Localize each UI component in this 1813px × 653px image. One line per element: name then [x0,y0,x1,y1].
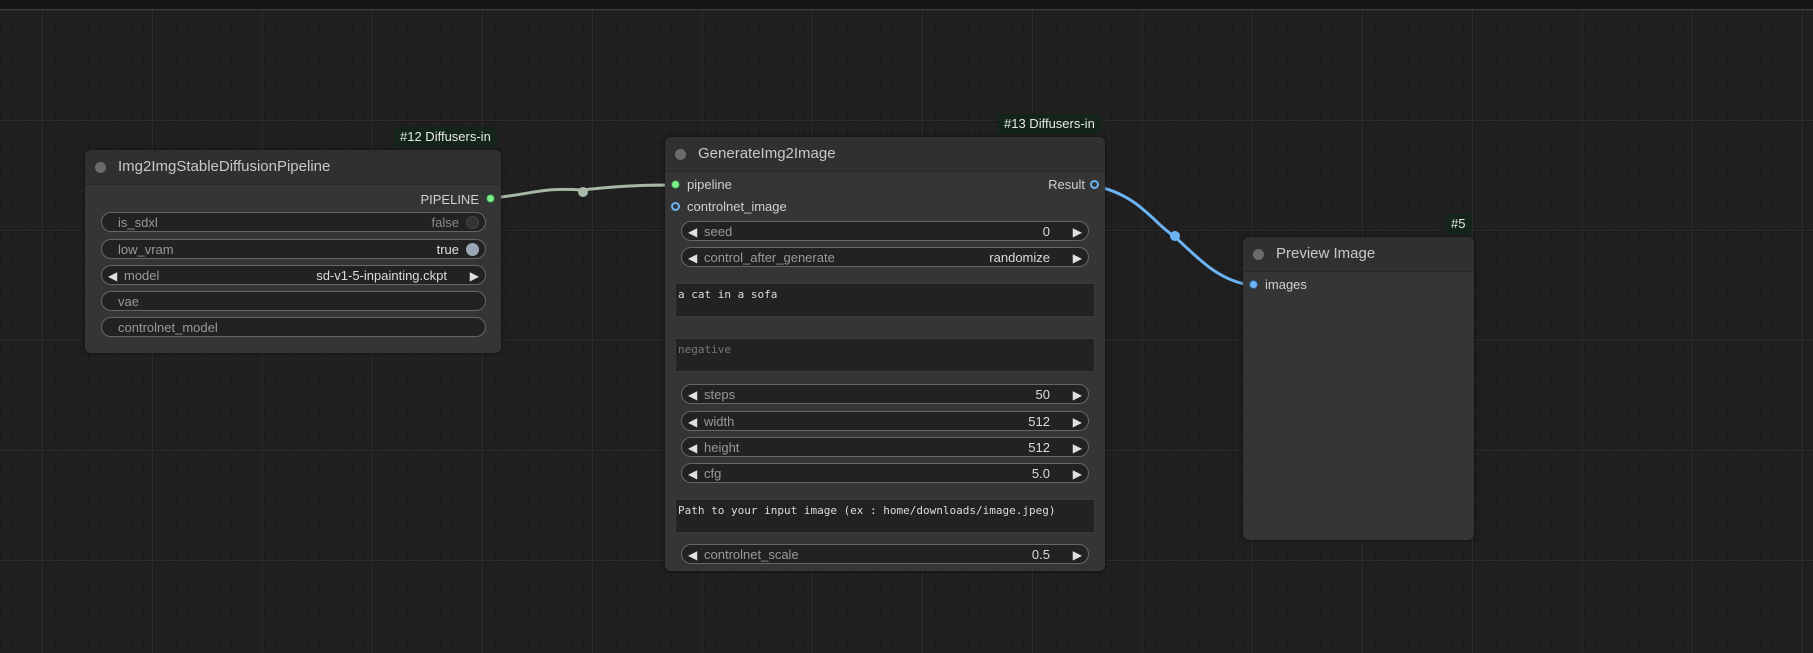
decrement-arrow-icon[interactable]: ◀ [108,266,117,286]
widget-value: true [436,242,459,257]
widget-label: cfg [704,466,722,481]
node-badge-13: #13 Diffusers-in [998,114,1101,134]
widget-value: 50 [1035,387,1050,402]
input-slot-controlnet-image[interactable]: controlnet_image [687,198,787,216]
widget-value: 5.0 [1031,466,1050,481]
output-label: PIPELINE [420,192,479,207]
output-slot-pipeline[interactable]: PIPELINE [420,191,479,209]
increment-arrow-icon[interactable]: ▶ [1073,545,1082,565]
width-number[interactable]: ◀ width 512 ▶ [681,411,1089,431]
negative-prompt-textarea[interactable]: negative [675,338,1095,372]
decrement-arrow-icon[interactable]: ◀ [688,412,697,432]
img2img-pipeline-node[interactable]: Img2ImgStableDiffusionPipeline PIPELINE … [85,150,501,353]
output-slot-result[interactable]: Result [1048,176,1085,194]
cfg-number[interactable]: ◀ cfg 5.0 ▶ [681,463,1089,483]
increment-arrow-icon[interactable]: ▶ [1073,248,1082,268]
decrement-arrow-icon[interactable]: ◀ [688,545,697,565]
widget-label: model [124,268,160,283]
node-badge-12: #12 Diffusers-in [394,127,497,147]
steps-number[interactable]: ◀ steps 50 ▶ [681,384,1089,404]
increment-arrow-icon[interactable]: ▶ [1073,464,1082,484]
preview-image-node[interactable]: Preview Image images [1243,237,1474,540]
node-title: GenerateImg2Image [698,145,836,162]
widget-value: 0.5 [1031,547,1050,562]
top-menu-bar [0,0,1813,10]
widget-label: seed [704,224,733,239]
decrement-arrow-icon[interactable]: ◀ [688,248,697,268]
toggle-on-icon [466,243,479,256]
widget-value: 512 [1028,440,1050,455]
collapse-dot-icon[interactable] [675,149,686,160]
widget-value: 0 [1042,224,1050,239]
is-sdxl-toggle[interactable]: is_sdxl false [101,212,486,232]
decrement-arrow-icon[interactable]: ◀ [688,222,697,242]
result-output-dot-icon[interactable] [1090,180,1099,189]
pipeline-input-dot-icon[interactable] [671,180,680,189]
output-label: Result [1048,177,1085,192]
generate-img2image-node[interactable]: GenerateImg2Image pipeline controlnet_im… [665,137,1105,571]
prompt-textarea[interactable]: a cat in a sofa [675,283,1095,317]
decrement-arrow-icon[interactable]: ◀ [688,464,697,484]
controlnet-scale-number[interactable]: ◀ controlnet_scale 0.5 ▶ [681,544,1089,564]
node-title-bar[interactable]: GenerateImg2Image [665,137,1105,172]
collapse-dot-icon[interactable] [1253,249,1264,260]
controlnet-model-input[interactable]: controlnet_model [101,317,486,337]
input-label: controlnet_image [687,199,787,214]
input-label: pipeline [687,177,732,192]
pipeline-output-dot-icon[interactable] [486,194,495,203]
increment-arrow-icon[interactable]: ▶ [470,266,479,286]
toggle-off-icon [466,216,479,229]
collapse-dot-icon[interactable] [95,162,106,173]
graph-canvas[interactable]: #12 Diffusers-in Img2ImgStableDiffusionP… [0,0,1813,653]
node-title: Preview Image [1276,245,1376,262]
vae-input[interactable]: vae [101,291,486,311]
input-slot-images[interactable]: images [1265,276,1307,294]
increment-arrow-icon[interactable]: ▶ [1073,438,1082,458]
result-images-link [1094,184,1246,286]
low-vram-toggle[interactable]: low_vram true [101,239,486,259]
decrement-arrow-icon[interactable]: ◀ [688,385,697,405]
model-combo[interactable]: ◀ model sd-v1-5-inpainting.ckpt ▶ [101,265,486,285]
node-title-bar[interactable]: Img2ImgStableDiffusionPipeline [85,150,501,185]
widget-label: control_after_generate [704,250,835,265]
result-link-midpoint [1170,231,1180,241]
widget-value: false [431,215,459,230]
widget-label: vae [118,294,139,309]
widget-label: steps [704,387,736,402]
height-number[interactable]: ◀ height 512 ▶ [681,437,1089,457]
widget-label: low_vram [118,242,174,257]
increment-arrow-icon[interactable]: ▶ [1073,385,1082,405]
image-path-textarea[interactable]: Path to your input image (ex : home/down… [675,499,1095,533]
node-badge-5: #5 [1445,214,1472,234]
pipeline-link-midpoint [578,187,588,197]
widget-label: height [704,440,740,455]
increment-arrow-icon[interactable]: ▶ [1073,412,1082,432]
control-after-generate-combo[interactable]: ◀ control_after_generate randomize ▶ [681,247,1089,267]
widget-label: is_sdxl [118,215,158,230]
node-title-bar[interactable]: Preview Image [1243,237,1474,272]
input-slot-pipeline[interactable]: pipeline [687,176,732,194]
increment-arrow-icon[interactable]: ▶ [1073,222,1082,242]
node-title: Img2ImgStableDiffusionPipeline [118,158,331,175]
widget-label: controlnet_scale [704,547,799,562]
controlnet-image-input-dot-icon[interactable] [671,202,680,211]
pipeline-link [490,183,677,200]
widget-value: 512 [1028,414,1050,429]
widget-value: randomize [989,250,1050,265]
seed-number[interactable]: ◀ seed 0 ▶ [681,221,1089,241]
input-label: images [1265,277,1307,292]
widget-label: width [704,414,735,429]
images-input-dot-icon[interactable] [1249,280,1258,289]
widget-value: sd-v1-5-inpainting.ckpt [316,268,447,283]
widget-label: controlnet_model [118,320,218,335]
decrement-arrow-icon[interactable]: ◀ [688,438,697,458]
